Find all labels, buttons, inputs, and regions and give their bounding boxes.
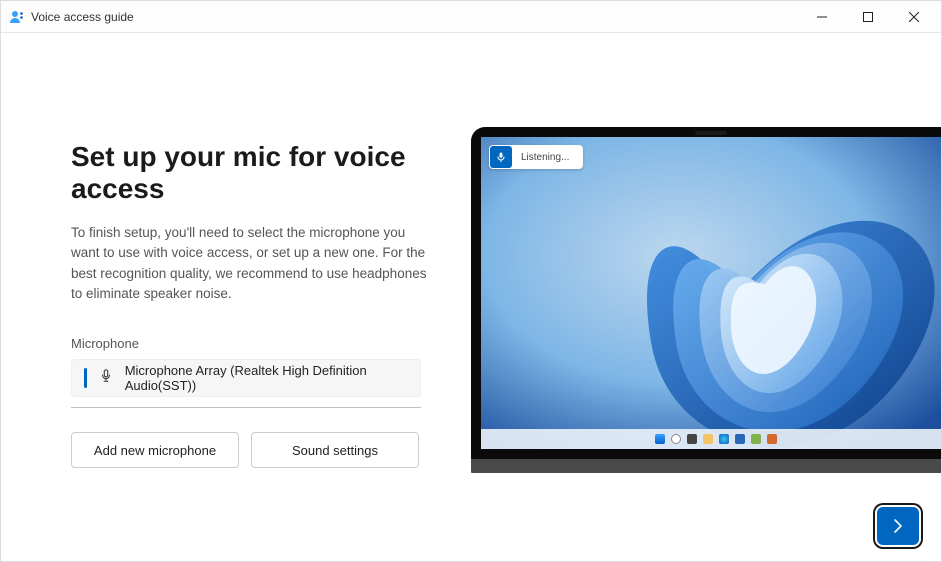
edge-icon [719, 434, 729, 444]
close-button[interactable] [891, 1, 937, 33]
divider [71, 407, 421, 408]
voice-access-guide-window: Voice access guide Set up your mic for v… [0, 0, 942, 562]
laptop-illustration: Listening... [471, 127, 941, 473]
laptop-base [471, 459, 941, 473]
search-icon [671, 434, 681, 444]
wallpaper-bloom [481, 137, 941, 449]
titlebar: Voice access guide [1, 1, 941, 33]
app-icon-2 [767, 434, 777, 444]
app-icon-1 [751, 434, 761, 444]
laptop-screen: Listening... [481, 137, 941, 449]
minimize-button[interactable] [799, 1, 845, 33]
laptop-screen-frame: Listening... [471, 127, 941, 459]
setup-panel: Set up your mic for voice access To fini… [1, 33, 471, 561]
taskbar [481, 429, 941, 449]
microphone-icon [490, 146, 512, 168]
maximize-button[interactable] [845, 1, 891, 33]
next-button[interactable] [877, 507, 919, 545]
start-icon [655, 434, 665, 444]
close-icon [909, 12, 919, 22]
maximize-icon [863, 12, 873, 22]
microphone-selector[interactable]: Microphone Array (Realtek High Definitio… [71, 359, 421, 397]
illustration-panel: Listening... [471, 33, 941, 561]
page-description: To finish setup, you'll need to select t… [71, 223, 431, 304]
content-area: Set up your mic for voice access To fini… [1, 33, 941, 561]
add-new-microphone-button[interactable]: Add new microphone [71, 432, 239, 468]
chevron-right-icon [890, 518, 906, 534]
sound-settings-button[interactable]: Sound settings [251, 432, 419, 468]
task-view-icon [687, 434, 697, 444]
laptop-camera-notch [695, 131, 727, 135]
voice-access-listening-badge: Listening... [489, 145, 583, 169]
app-icon [9, 9, 25, 25]
explorer-icon [703, 434, 713, 444]
selection-indicator [84, 368, 87, 388]
window-title: Voice access guide [31, 10, 134, 24]
selected-microphone-name: Microphone Array (Realtek High Definitio… [125, 363, 408, 393]
page-heading: Set up your mic for voice access [71, 141, 431, 205]
microphone-label: Microphone [71, 336, 431, 351]
minimize-icon [817, 12, 827, 22]
listening-label: Listening... [521, 152, 569, 163]
microphone-icon [99, 369, 113, 388]
button-row: Add new microphone Sound settings [71, 432, 431, 468]
store-icon [735, 434, 745, 444]
